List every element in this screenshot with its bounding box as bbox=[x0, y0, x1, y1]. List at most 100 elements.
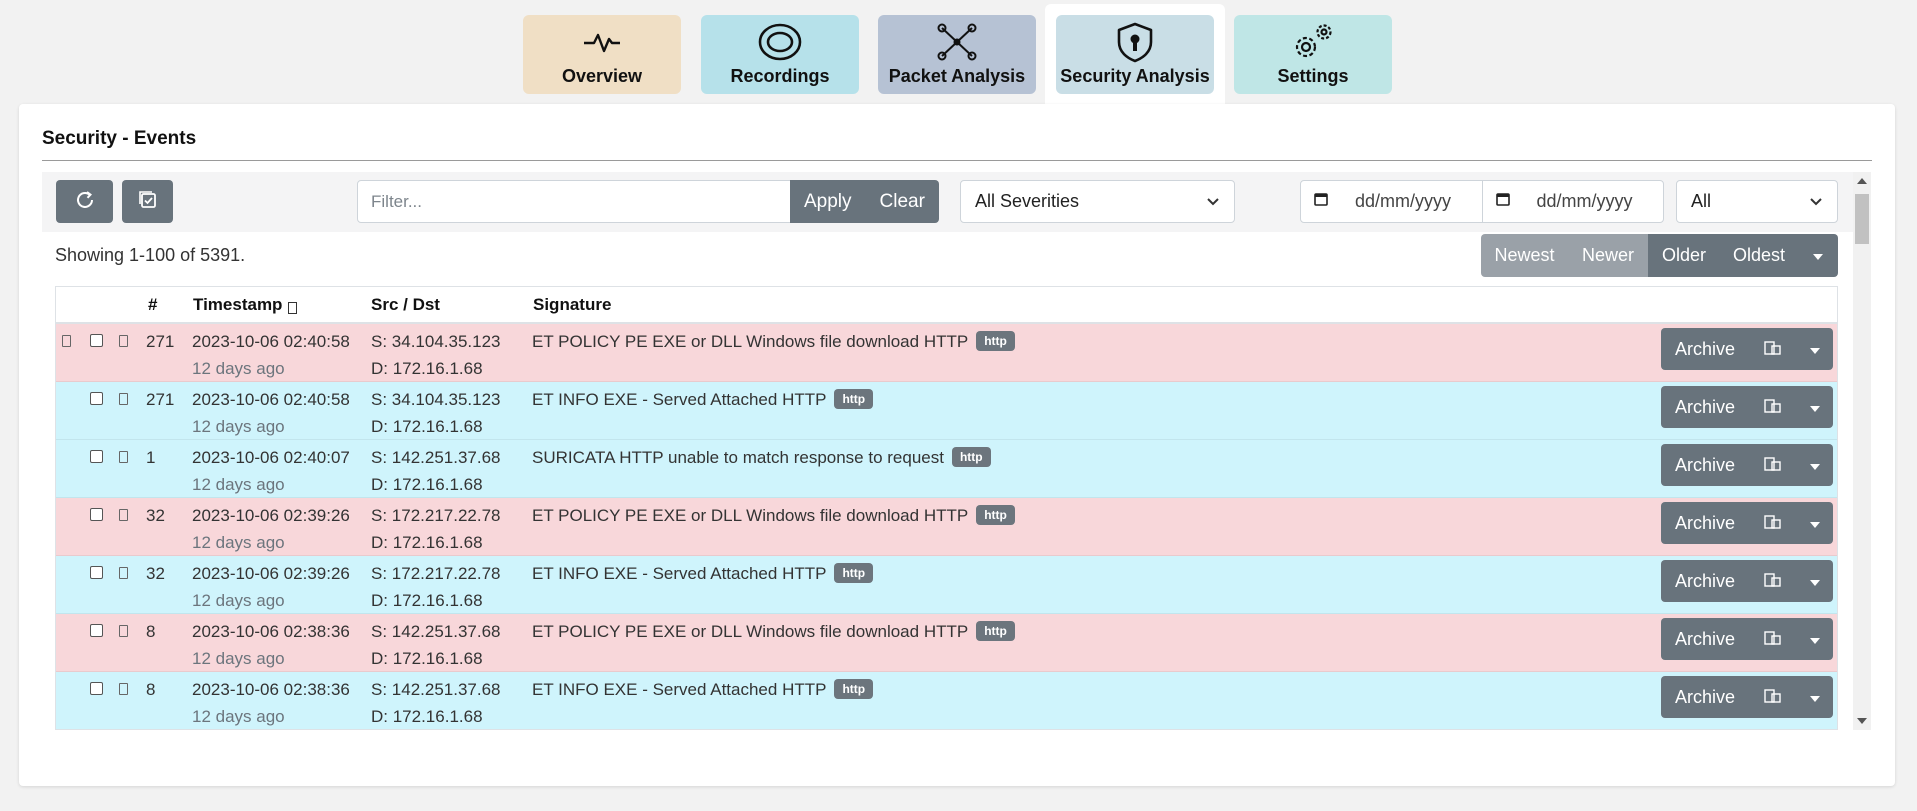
date-to-input[interactable]: dd/mm/yyyy bbox=[1481, 181, 1664, 222]
flag-icon[interactable] bbox=[119, 625, 128, 637]
refresh-button[interactable] bbox=[56, 180, 113, 223]
archive-button[interactable]: Archive bbox=[1661, 560, 1749, 602]
events-table: # Timestamp Src / Dst Signature 271 2023-… bbox=[55, 286, 1838, 730]
date-range: dd/mm/yyyy dd/mm/yyyy bbox=[1300, 180, 1664, 223]
copy-button[interactable] bbox=[1749, 328, 1797, 370]
expand-icon[interactable] bbox=[62, 335, 71, 347]
newest-button[interactable]: Newest bbox=[1481, 234, 1568, 277]
gears-icon bbox=[1289, 20, 1337, 64]
pager-dropdown-button[interactable] bbox=[1798, 234, 1838, 277]
date-from-placeholder: dd/mm/yyyy bbox=[1355, 191, 1452, 211]
row-checkbox[interactable] bbox=[90, 682, 103, 695]
signature-text[interactable]: ET POLICY PE EXE or DLL Windows file dow… bbox=[532, 506, 968, 525]
scroll-thumb[interactable] bbox=[1855, 194, 1869, 244]
signature-text[interactable]: ET POLICY PE EXE or DLL Windows file dow… bbox=[532, 622, 968, 641]
row-dropdown-button[interactable] bbox=[1797, 676, 1833, 718]
select-all-button[interactable] bbox=[122, 180, 173, 223]
header-src-dst[interactable]: Src / Dst bbox=[371, 295, 440, 315]
newer-button[interactable]: Newer bbox=[1568, 234, 1648, 277]
scroll-down-arrow[interactable] bbox=[1857, 718, 1867, 724]
table-row[interactable]: 271 2023-10-06 02:40:58 12 days ago S: 34.1… bbox=[56, 382, 1837, 440]
row-checkbox[interactable] bbox=[90, 392, 103, 405]
header-signature[interactable]: Signature bbox=[533, 295, 611, 315]
tab-recordings[interactable]: Recordings bbox=[701, 15, 859, 94]
source-ip: S: 172.217.22.78 bbox=[371, 564, 501, 583]
tab-security-analysis[interactable]: Security Analysis bbox=[1056, 15, 1214, 94]
row-dropdown-button[interactable] bbox=[1797, 328, 1833, 370]
signature-text[interactable]: SURICATA HTTP unable to match response t… bbox=[532, 448, 944, 467]
header-timestamp[interactable]: Timestamp bbox=[193, 295, 282, 315]
flag-icon[interactable] bbox=[119, 683, 128, 695]
severity-select[interactable]: All Severities bbox=[960, 180, 1235, 223]
archive-button[interactable]: Archive bbox=[1661, 328, 1749, 370]
copy-button[interactable] bbox=[1749, 386, 1797, 428]
filter-input[interactable] bbox=[357, 180, 791, 223]
archive-button[interactable]: Archive bbox=[1661, 502, 1749, 544]
scope-select-value: All bbox=[1691, 191, 1712, 211]
tab-settings[interactable]: Settings bbox=[1234, 15, 1392, 94]
oldest-button[interactable]: Oldest bbox=[1720, 234, 1798, 277]
signature-text[interactable]: ET INFO EXE - Served Attached HTTP bbox=[532, 564, 826, 583]
older-button[interactable]: Older bbox=[1648, 234, 1720, 277]
flag-icon[interactable] bbox=[119, 509, 128, 521]
protocol-badge: http bbox=[951, 447, 991, 467]
row-dropdown-button[interactable] bbox=[1797, 502, 1833, 544]
table-row[interactable]: 8 2023-10-06 02:38:36 12 days ago S: 142.25… bbox=[56, 672, 1837, 729]
event-signature: ET POLICY PE EXE or DLL Windows file dow… bbox=[532, 328, 1015, 355]
tab-packet-analysis[interactable]: Packet Analysis bbox=[878, 15, 1036, 94]
table-row[interactable]: 32 2023-10-06 02:39:26 12 days ago S: 172.2… bbox=[56, 498, 1837, 556]
event-src-dst: S: 172.217.22.78 D: 172.16.1.68 bbox=[371, 560, 501, 614]
header-count[interactable]: # bbox=[148, 295, 157, 315]
copy-button[interactable] bbox=[1749, 560, 1797, 602]
event-signature: ET INFO EXE - Served Attached HTTP http bbox=[532, 386, 874, 413]
source-ip: S: 142.251.37.68 bbox=[371, 448, 501, 467]
signature-text[interactable]: ET INFO EXE - Served Attached HTTP bbox=[532, 680, 826, 699]
event-timestamp: 2023-10-06 02:38:36 12 days ago bbox=[192, 618, 350, 672]
event-count: 1 bbox=[146, 448, 156, 467]
row-checkbox[interactable] bbox=[90, 508, 103, 521]
protocol-badge: http bbox=[834, 389, 874, 409]
row-checkbox[interactable] bbox=[90, 334, 103, 347]
table-row[interactable]: 1 2023-10-06 02:40:07 12 days ago S: 142.25… bbox=[56, 440, 1837, 498]
row-dropdown-button[interactable] bbox=[1797, 444, 1833, 486]
tab-recordings-label: Recordings bbox=[730, 66, 830, 86]
signature-text[interactable]: ET POLICY PE EXE or DLL Windows file dow… bbox=[532, 332, 968, 351]
flag-icon[interactable] bbox=[119, 451, 128, 463]
copy-icon bbox=[1764, 513, 1782, 534]
archive-button[interactable]: Archive bbox=[1661, 618, 1749, 660]
copy-button[interactable] bbox=[1749, 444, 1797, 486]
apply-button[interactable]: Apply bbox=[790, 180, 866, 223]
date-from-input[interactable]: dd/mm/yyyy bbox=[1301, 181, 1482, 222]
event-count: 271 bbox=[146, 390, 175, 409]
sort-icon[interactable] bbox=[288, 299, 297, 319]
row-checkbox[interactable] bbox=[90, 566, 103, 579]
row-dropdown-button[interactable] bbox=[1797, 386, 1833, 428]
row-dropdown-button[interactable] bbox=[1797, 560, 1833, 602]
copy-button[interactable] bbox=[1749, 676, 1797, 718]
table-row[interactable]: 32 2023-10-06 02:39:26 12 days ago S: 172.2… bbox=[56, 556, 1837, 614]
table-row[interactable]: 8 2023-10-06 02:38:36 12 days ago S: 142.25… bbox=[56, 614, 1837, 672]
scroll-up-arrow[interactable] bbox=[1857, 178, 1867, 184]
archive-button[interactable]: Archive bbox=[1661, 444, 1749, 486]
archive-button[interactable]: Archive bbox=[1661, 386, 1749, 428]
table-row[interactable]: 271 2023-10-06 02:40:58 12 days ago S: 34.1… bbox=[56, 324, 1837, 382]
copy-button[interactable] bbox=[1749, 618, 1797, 660]
signature-text[interactable]: ET INFO EXE - Served Attached HTTP bbox=[532, 390, 826, 409]
row-dropdown-button[interactable] bbox=[1797, 618, 1833, 660]
row-checkbox[interactable] bbox=[90, 450, 103, 463]
archive-button[interactable]: Archive bbox=[1661, 676, 1749, 718]
row-checkbox[interactable] bbox=[90, 624, 103, 637]
clear-button[interactable]: Clear bbox=[865, 180, 939, 223]
event-signature: ET POLICY PE EXE or DLL Windows file dow… bbox=[532, 618, 1015, 645]
vertical-scrollbar[interactable] bbox=[1853, 172, 1871, 730]
date-to-placeholder: dd/mm/yyyy bbox=[1536, 191, 1633, 211]
scope-select[interactable]: All bbox=[1676, 180, 1838, 223]
row-actions: Archive bbox=[1661, 618, 1833, 660]
flag-icon[interactable] bbox=[119, 335, 128, 347]
copy-button[interactable] bbox=[1749, 502, 1797, 544]
flag-icon[interactable] bbox=[119, 393, 128, 405]
event-timestamp: 2023-10-06 02:38:36 12 days ago bbox=[192, 676, 350, 729]
flag-icon[interactable] bbox=[119, 567, 128, 579]
calendar-icon bbox=[1495, 191, 1511, 212]
tab-overview[interactable]: Overview bbox=[523, 15, 681, 94]
